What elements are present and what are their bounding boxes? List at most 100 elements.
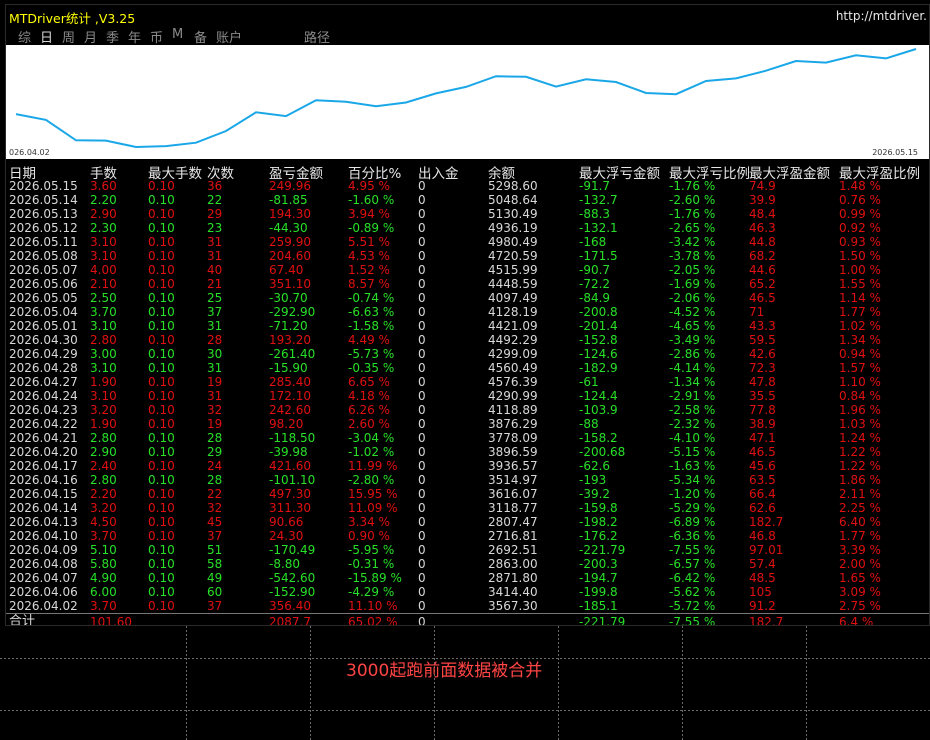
table-row[interactable]: 2026.05.04 3.70 0.10 37 -292.90 -6.63 % 0 4128.… xyxy=(6,305,929,319)
cell-pnl: -30.70 xyxy=(269,291,308,305)
cell-max-loss-pct: -2.05 % xyxy=(669,263,716,277)
cell-max-gain: 57.4 xyxy=(749,557,776,571)
cell-pnl: -15.90 xyxy=(269,361,308,375)
table-row[interactable]: 2026.05.06 2.10 0.10 21 351.10 8.57 % 0 4448.59… xyxy=(6,277,929,291)
cell-date: 2026.05.12 xyxy=(9,221,78,235)
table-row[interactable]: 2026.05.01 3.10 0.10 31 -71.20 -1.58 % 0 4421.0… xyxy=(6,319,929,333)
table-row[interactable]: 2026.04.09 5.10 0.10 51 -170.49 -5.95 % 0 2692.… xyxy=(6,543,929,557)
tab-5[interactable]: 年 xyxy=(128,27,141,46)
table-row[interactable]: 2026.04.20 2.90 0.10 29 -39.98 -1.02 % 0 3896.5… xyxy=(6,445,929,459)
cell-balance: 4720.59 xyxy=(488,249,538,263)
table-row[interactable]: 2026.04.02 3.70 0.10 37 356.40 11.10 % 0 3567.3… xyxy=(6,599,929,613)
table-row[interactable]: 2026.04.07 4.90 0.10 49 -542.60 -15.89 % 0 2871… xyxy=(6,571,929,585)
cell-max-lots: 0.10 xyxy=(148,445,175,459)
table-row[interactable]: 2026.04.08 5.80 0.10 58 -8.80 -0.31 % 0 2863.00… xyxy=(6,557,929,571)
tab-2[interactable]: 周 xyxy=(62,27,75,46)
cell-pnl: 24.30 xyxy=(269,529,304,543)
table-row[interactable]: 2026.04.22 1.90 0.10 19 98.20 2.60 % 0 3876.29 -… xyxy=(6,417,929,431)
cell-lots: 3.70 xyxy=(90,305,117,319)
cell-io: 0 xyxy=(418,193,426,207)
tab-1[interactable]: 日 xyxy=(40,27,53,46)
table-row[interactable]: 2026.05.05 2.50 0.10 25 -30.70 -0.74 % 0 4097.4… xyxy=(6,291,929,305)
cell-pct: 8.57 % xyxy=(348,277,390,291)
cell-lots: 3.20 xyxy=(90,501,117,515)
tab-9[interactable]: 账户 xyxy=(216,27,242,46)
cell-io: 0 xyxy=(418,375,426,389)
cell-lots: 3.60 xyxy=(90,179,117,193)
cell-io: 0 xyxy=(418,319,426,333)
table-row[interactable]: 2026.05.12 2.30 0.10 23 -44.30 -0.89 % 0 4936.1… xyxy=(6,221,929,235)
cell-pnl: 98.20 xyxy=(269,417,304,431)
cell-balance: 3514.97 xyxy=(488,473,538,487)
table-row[interactable]: 2026.04.24 3.10 0.10 31 172.10 4.18 % 0 4290.99… xyxy=(6,389,929,403)
cell-max-gain-pct: 0.92 % xyxy=(839,221,881,235)
cell-count: 25 xyxy=(207,291,223,305)
cell-io: 0 xyxy=(418,291,426,305)
cell-io: 0 xyxy=(418,557,426,571)
cell-pnl: 356.40 xyxy=(269,599,311,613)
cell-io: 0 xyxy=(418,515,426,529)
table-row[interactable]: 2026.04.27 1.90 0.10 19 285.40 6.65 % 0 4576.39… xyxy=(6,375,929,389)
cell-count: 19 xyxy=(207,417,223,431)
table-row[interactable]: 2026.05.07 4.00 0.10 40 67.40 1.52 % 0 4515.99 -… xyxy=(6,263,929,277)
table-row[interactable]: 2026.04.06 6.00 0.10 60 -152.90 -4.29 % 0 3414.… xyxy=(6,585,929,599)
tab-6[interactable]: 币 xyxy=(150,27,163,46)
cell-io: 0 xyxy=(418,221,426,235)
cell-count: 21 xyxy=(207,277,223,291)
tab-3[interactable]: 月 xyxy=(84,27,97,46)
table-row[interactable]: 2026.04.10 3.70 0.10 37 24.30 0.90 % 0 2716.81 -… xyxy=(6,529,929,543)
cell-max-loss: -84.9 xyxy=(579,291,611,305)
cell-max-gain: 47.8 xyxy=(749,375,776,389)
table-row[interactable]: 2026.04.30 2.80 0.10 28 193.20 4.49 % 0 4492.29… xyxy=(6,333,929,347)
cell-max-loss: -200.8 xyxy=(579,305,618,319)
cell-io: 0 xyxy=(418,235,426,249)
table-row[interactable]: 2026.04.29 3.00 0.10 30 -261.40 -5.73 % 0 4299.… xyxy=(6,347,929,361)
cell-io: 0 xyxy=(418,249,426,263)
cell-date: 2026.04.13 xyxy=(9,515,78,529)
cell-date: 2026.05.07 xyxy=(9,263,78,277)
table-row[interactable]: 2026.05.08 3.10 0.10 31 204.60 4.53 % 0 4720.59… xyxy=(6,249,929,263)
table-row[interactable]: 2026.04.28 3.10 0.10 31 -15.90 -0.35 % 0 4560.4… xyxy=(6,361,929,375)
table-row[interactable]: 2026.04.14 3.20 0.10 32 311.30 11.09 % 0 3118.7… xyxy=(6,501,929,515)
cell-balance: 5298.60 xyxy=(488,179,538,193)
cell-max-loss: -91.7 xyxy=(579,179,611,193)
tab-10[interactable]: 路径 xyxy=(304,27,330,46)
cell-max-gain-pct: 1.48 % xyxy=(839,179,881,193)
cell-max-loss: -158.2 xyxy=(579,431,618,445)
table-row[interactable]: 2026.05.13 2.90 0.10 29 194.30 3.94 % 0 5130.49… xyxy=(6,207,929,221)
cell-pnl: 90.66 xyxy=(269,515,304,529)
cell-date: 2026.04.27 xyxy=(9,375,78,389)
cell-pct: 6.26 % xyxy=(348,403,390,417)
cell-max-lots: 0.10 xyxy=(148,207,175,221)
table-row[interactable]: 2026.04.16 2.80 0.10 28 -101.10 -2.80 % 0 3514.… xyxy=(6,473,929,487)
tab-7[interactable]: M xyxy=(172,27,183,42)
table-row[interactable]: 2026.04.23 3.20 0.10 32 242.60 6.26 % 0 4118.89… xyxy=(6,403,929,417)
cell-max-gain: 48.4 xyxy=(749,207,776,221)
cell-max-loss-pct: -4.65 % xyxy=(669,319,716,333)
cell-lots: 3.10 xyxy=(90,249,117,263)
tab-8[interactable]: 备 xyxy=(194,27,207,46)
cell-lots: 3.10 xyxy=(90,361,117,375)
cell-max-gain: 63.5 xyxy=(749,473,776,487)
table-row[interactable]: 2026.05.11 3.10 0.10 31 259.90 5.51 % 0 4980.49… xyxy=(6,235,929,249)
cell-balance: 4515.99 xyxy=(488,263,538,277)
cell-count: 22 xyxy=(207,193,223,207)
app-url-link[interactable]: http://mtdriver. xyxy=(836,9,927,23)
table-row[interactable]: 2026.04.15 2.20 0.10 22 497.30 15.95 % 0 3616.0… xyxy=(6,487,929,501)
table-row[interactable]: 2026.05.14 2.20 0.10 22 -81.85 -1.60 % 0 5048.6… xyxy=(6,193,929,207)
table-row[interactable]: 2026.04.17 2.40 0.10 24 421.60 11.99 % 0 3936.5… xyxy=(6,459,929,473)
table-row[interactable]: 2026.04.13 4.50 0.10 45 90.66 3.34 % 0 2807.47 -… xyxy=(6,515,929,529)
table-row[interactable]: 2026.05.15 3.60 0.10 36 249.96 4.95 % 0 5298.60… xyxy=(6,179,929,193)
cell-pnl: -152.90 xyxy=(269,585,316,599)
cell-count: 29 xyxy=(207,445,223,459)
tab-4[interactable]: 季 xyxy=(106,27,119,46)
cell-balance: 2863.00 xyxy=(488,557,538,571)
cell-balance: 4448.59 xyxy=(488,277,538,291)
cell-max-loss-pct: -2.58 % xyxy=(669,403,716,417)
table-row[interactable]: 2026.04.21 2.80 0.10 28 -118.50 -3.04 % 0 3778.… xyxy=(6,431,929,445)
cell-max-loss: -198.2 xyxy=(579,515,618,529)
cell-max-lots: 0.10 xyxy=(148,347,175,361)
tab-0[interactable]: 综 xyxy=(18,27,31,46)
cell-lots: 2.80 xyxy=(90,333,117,347)
cell-io: 0 xyxy=(418,571,426,585)
